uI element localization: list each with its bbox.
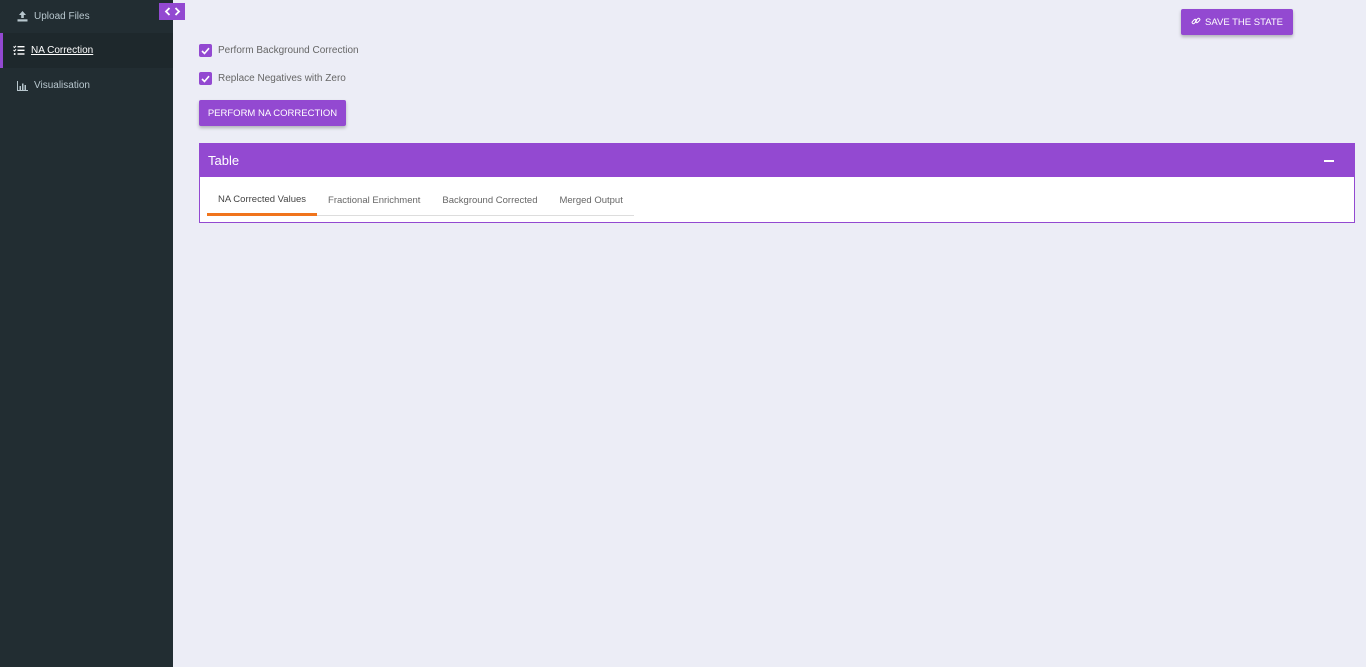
chevron-left-icon [164,3,171,21]
sidebar-toggle-button[interactable] [159,3,185,20]
bar-chart-icon [16,80,28,92]
sidebar-item-label: Upload Files [34,11,90,22]
tab-fractional-enrichment[interactable]: Fractional Enrichment [317,186,431,214]
table-box-title: Table [208,153,240,168]
background-correction-checkbox[interactable] [199,44,212,57]
perform-na-correction-button[interactable]: PERFORM NA CORRECTION [199,100,346,126]
list-check-icon [13,45,25,57]
background-correction-option[interactable]: Perform Background Correction [199,44,359,57]
sidebar-item-label: Visualisation [34,80,90,91]
sidebar-item-na-correction[interactable]: NA Correction [0,33,173,68]
link-icon [1191,16,1201,29]
save-state-button[interactable]: SAVE THE STATE [1181,9,1293,35]
minus-icon[interactable] [1324,159,1334,162]
tab-background-corrected[interactable]: Background Corrected [431,186,548,214]
table-box-header: Table [200,144,1354,177]
save-state-label: SAVE THE STATE [1205,16,1283,28]
upload-icon [16,11,28,23]
table-tabs: NA Corrected Values Fractional Enrichmen… [207,186,634,216]
tab-na-corrected-values[interactable]: NA Corrected Values [207,186,318,216]
sidebar-item-label: NA Correction [31,45,94,56]
replace-negatives-checkbox[interactable] [199,72,212,85]
chevron-right-icon [174,3,181,21]
sidebar-item-visualisation[interactable]: Visualisation [0,68,173,103]
background-correction-label: Perform Background Correction [218,45,359,56]
tab-merged-output[interactable]: Merged Output [548,186,633,214]
replace-negatives-option[interactable]: Replace Negatives with Zero [199,72,346,85]
table-box: Table NA Corrected Values Fractional Enr… [199,143,1355,223]
replace-negatives-label: Replace Negatives with Zero [218,73,346,84]
sidebar: Upload Files NA Correction Visualisation [0,0,173,667]
sidebar-item-upload-files[interactable]: Upload Files [0,0,173,33]
